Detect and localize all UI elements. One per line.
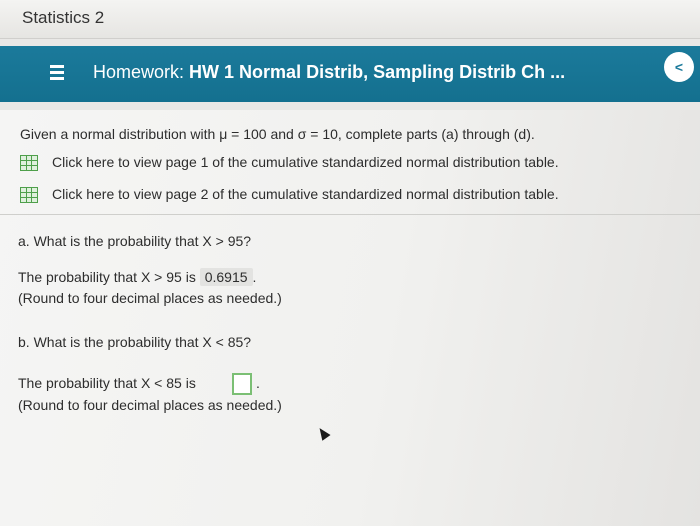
part-a-answer-suffix: . [252, 269, 257, 285]
part-a-answer-prefix: The probability that X > 95 is [18, 269, 196, 285]
table-icon[interactable] [20, 187, 38, 203]
table-page2-link[interactable]: Click here to view page 2 of the cumulat… [52, 186, 559, 202]
divider [0, 214, 700, 215]
course-bar: Statistics 2 [0, 0, 700, 39]
table-page1-link[interactable]: Click here to view page 1 of the cumulat… [52, 154, 559, 170]
back-button[interactable]: < [664, 52, 694, 82]
part-a-round-note: (Round to four decimal places as needed.… [18, 290, 282, 306]
part-b-answer-input[interactable] [232, 373, 252, 395]
course-title: Statistics 2 [22, 8, 105, 27]
homework-header: Homework: HW 1 Normal Distrib, Sampling … [0, 46, 700, 102]
question-content: Given a normal distribution with μ = 100… [0, 110, 700, 526]
part-a-answer-value[interactable]: 0.6915 [199, 268, 253, 286]
part-a-question: a. What is the probability that X > 95? [18, 233, 252, 249]
homework-prefix: Homework: [93, 62, 185, 82]
part-a-answer-line: The probability that X > 95 is 0.6915. [18, 268, 256, 286]
homework-name: HW 1 Normal Distrib, Sampling Distrib Ch… [189, 62, 566, 82]
table-icon[interactable] [20, 155, 38, 171]
homework-title: Homework: HW 1 Normal Distrib, Sampling … [93, 62, 565, 83]
menu-icon[interactable] [50, 65, 64, 81]
part-b-answer-suffix: . [256, 375, 260, 391]
part-b-question: b. What is the probability that X < 85? [18, 334, 252, 350]
part-b-round-note: (Round to four decimal places as needed.… [18, 397, 282, 413]
problem-intro: Given a normal distribution with μ = 100… [20, 126, 535, 142]
part-b-answer-prefix: The probability that X < 85 is [18, 375, 196, 391]
